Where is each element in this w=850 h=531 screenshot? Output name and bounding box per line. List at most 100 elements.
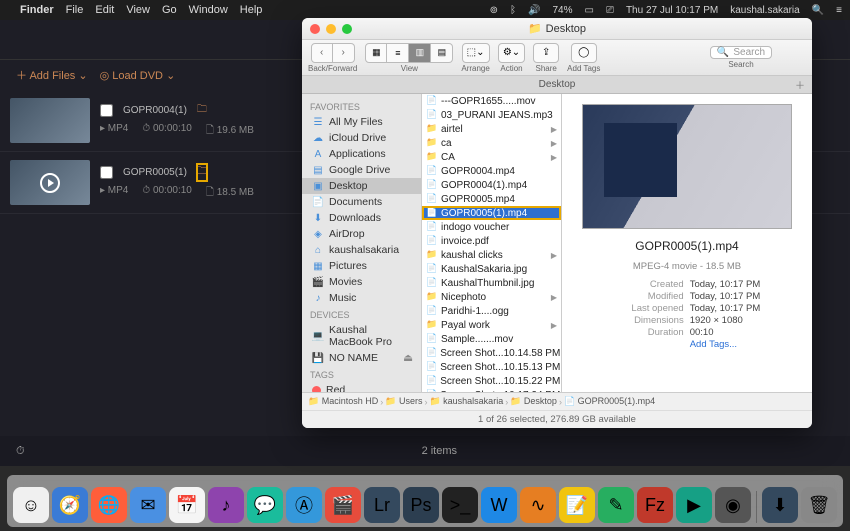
icon-view-button[interactable]: ▦ bbox=[365, 43, 387, 63]
menu-file[interactable]: File bbox=[66, 4, 84, 16]
file-item[interactable]: 📁Nicephoto▶ bbox=[422, 290, 561, 304]
dock-app[interactable]: Fz bbox=[637, 487, 673, 523]
finder-titlebar[interactable]: 📁Desktop bbox=[302, 18, 812, 40]
wifi-icon[interactable]: ⊚ bbox=[490, 5, 498, 16]
path-segment[interactable]: 📁 Users bbox=[385, 396, 422, 407]
load-dvd-button[interactable]: ◎ Load DVD ⌄ bbox=[100, 69, 176, 82]
app-name[interactable]: Finder bbox=[20, 4, 54, 16]
dock-app[interactable]: ☺ bbox=[13, 487, 49, 523]
search-field[interactable]: 🔍Search bbox=[710, 46, 772, 59]
sidebar-item[interactable]: ▣Desktop bbox=[302, 178, 421, 194]
dock-app[interactable]: 💬 bbox=[247, 487, 283, 523]
screencast-icon[interactable]: ⎚ bbox=[606, 5, 614, 16]
sidebar-item[interactable]: ▤Google Drive bbox=[302, 162, 421, 178]
dock-app[interactable]: ∿ bbox=[520, 487, 556, 523]
sidebar-device[interactable]: 💾NO NAME⏏ bbox=[302, 350, 421, 366]
sidebar-tag[interactable]: Red bbox=[302, 382, 421, 392]
file-item[interactable]: 📄Sample.......mov bbox=[422, 332, 561, 346]
view-switcher[interactable]: ▦ ≡ ▥ ▤ bbox=[365, 43, 453, 63]
sidebar-item[interactable]: ⬇Downloads bbox=[302, 210, 421, 226]
file-item[interactable]: 📄indogo voucher bbox=[422, 220, 561, 234]
eject-icon[interactable]: ⏏ bbox=[403, 352, 413, 364]
list-view-button[interactable]: ≡ bbox=[387, 43, 409, 63]
dock-app[interactable]: ✎ bbox=[598, 487, 634, 523]
dock-app[interactable]: >_ bbox=[442, 487, 478, 523]
gallery-view-button[interactable]: ▤ bbox=[431, 43, 453, 63]
output-folder-icon[interactable]: 🗀 bbox=[197, 102, 207, 119]
dock-app[interactable]: ⬇ bbox=[762, 487, 798, 523]
add-tags-button[interactable]: ◯ bbox=[571, 43, 597, 63]
zoom-button[interactable] bbox=[342, 24, 352, 34]
path-segment[interactable]: 📁 Desktop bbox=[510, 396, 557, 407]
sidebar-item[interactable]: ◈AirDrop bbox=[302, 226, 421, 242]
dock-app[interactable]: Ⓐ bbox=[286, 487, 322, 523]
sidebar-item[interactable]: 📄Documents bbox=[302, 194, 421, 210]
dock-app[interactable]: Lr bbox=[364, 487, 400, 523]
file-item[interactable]: 📄---GOPR1655.....mov bbox=[422, 94, 561, 108]
file-item[interactable]: 📄KaushalSakaria.jpg bbox=[422, 262, 561, 276]
sidebar-item[interactable]: ⌂kaushalsakaria bbox=[302, 242, 421, 258]
file-item[interactable]: 📄KaushalThumbnil.jpg bbox=[422, 276, 561, 290]
alarm-icon[interactable]: ⏱ bbox=[16, 445, 25, 458]
minimize-button[interactable] bbox=[326, 24, 336, 34]
file-checkbox[interactable] bbox=[100, 104, 113, 117]
close-button[interactable] bbox=[310, 24, 320, 34]
bluetooth-icon[interactable]: ᛒ bbox=[510, 5, 516, 16]
battery-percent[interactable]: 74% bbox=[552, 5, 572, 16]
file-item[interactable]: 📄Paridhi-1....ogg bbox=[422, 304, 561, 318]
spotlight-icon[interactable]: 🔍 bbox=[812, 5, 824, 16]
menu-help[interactable]: Help bbox=[240, 4, 263, 16]
file-item[interactable]: 📄GOPR0004(1).mp4 bbox=[422, 178, 561, 192]
play-icon[interactable] bbox=[40, 173, 60, 193]
share-button[interactable]: ⇪ bbox=[533, 43, 559, 63]
file-item[interactable]: 📄GOPR0004.mp4 bbox=[422, 164, 561, 178]
path-bar[interactable]: 📁 Macintosh HD›📁 Users›📁 kaushalsakaria›… bbox=[302, 392, 812, 410]
output-folder-icon[interactable]: 🗀 bbox=[197, 164, 207, 181]
file-column[interactable]: 📄---GOPR1655.....mov📄03_PURANI JEANS.mp3… bbox=[422, 94, 562, 392]
sidebar-item[interactable]: ♪Music bbox=[302, 290, 421, 306]
notifications-icon[interactable]: ≡ bbox=[836, 5, 842, 16]
path-segment[interactable]: 📄 GOPR0005(1).mp4 bbox=[564, 396, 655, 407]
add-files-button[interactable]: ＋ Add Files ⌄ bbox=[16, 67, 88, 83]
dock-app[interactable]: 🎬 bbox=[325, 487, 361, 523]
file-item[interactable]: 📁kaushal clicks▶ bbox=[422, 248, 561, 262]
sidebar-item[interactable]: 🎬Movies bbox=[302, 274, 421, 290]
dock-app[interactable]: ♪ bbox=[208, 487, 244, 523]
sidebar-device[interactable]: 💻Kaushal MacBook Pro bbox=[302, 322, 421, 350]
dock-app[interactable]: 📝 bbox=[559, 487, 595, 523]
file-item[interactable]: 📄Screen Shot...10.17.24 PM bbox=[422, 388, 561, 392]
file-item[interactable]: 📁Payal work▶ bbox=[422, 318, 561, 332]
file-item[interactable]: 📄GOPR0005.mp4 bbox=[422, 192, 561, 206]
menu-go[interactable]: Go bbox=[162, 4, 177, 16]
arrange-button[interactable]: ⬚⌄ bbox=[462, 43, 490, 63]
column-view-button[interactable]: ▥ bbox=[409, 43, 431, 63]
action-button[interactable]: ⚙⌄ bbox=[498, 43, 525, 63]
dock-app[interactable]: 📅 bbox=[169, 487, 205, 523]
file-item[interactable]: 📄03_PURANI JEANS.mp3 bbox=[422, 108, 561, 122]
clock[interactable]: Thu 27 Jul 10:17 PM bbox=[626, 5, 718, 16]
dock-app[interactable]: ✉ bbox=[130, 487, 166, 523]
sidebar-item[interactable]: ☁iCloud Drive bbox=[302, 130, 421, 146]
tab-desktop[interactable]: Desktop bbox=[310, 79, 804, 90]
path-segment[interactable]: 📁 Macintosh HD bbox=[308, 396, 378, 407]
file-checkbox[interactable] bbox=[100, 166, 113, 179]
dock-app[interactable]: 🧭 bbox=[52, 487, 88, 523]
back-button[interactable]: ‹ bbox=[311, 43, 333, 63]
forward-button[interactable]: › bbox=[333, 43, 355, 63]
file-item[interactable]: 📄invoice.pdf bbox=[422, 234, 561, 248]
add-tags-link[interactable]: Add Tags... bbox=[690, 339, 737, 350]
sidebar-item[interactable]: ☰All My Files bbox=[302, 114, 421, 130]
back-forward-buttons[interactable]: ‹ › bbox=[311, 43, 355, 63]
menu-view[interactable]: View bbox=[126, 4, 150, 16]
dock-app[interactable]: ▶ bbox=[676, 487, 712, 523]
file-item[interactable]: 📄Screen Shot...10.15.13 PM bbox=[422, 360, 561, 374]
path-segment[interactable]: 📁 kaushalsakaria bbox=[429, 396, 503, 407]
new-tab-button[interactable]: ＋ bbox=[792, 77, 808, 92]
dock-app[interactable]: Ps bbox=[403, 487, 439, 523]
file-item[interactable]: 📁CA▶ bbox=[422, 150, 561, 164]
file-item[interactable]: 📄Screen Shot...10.14.58 PM bbox=[422, 346, 561, 360]
file-item[interactable]: 📄GOPR0005(1).mp4 bbox=[422, 206, 561, 220]
dock-app[interactable]: 🌐 bbox=[91, 487, 127, 523]
file-item[interactable]: 📁airtel▶ bbox=[422, 122, 561, 136]
volume-icon[interactable]: 🔊 bbox=[528, 5, 540, 16]
